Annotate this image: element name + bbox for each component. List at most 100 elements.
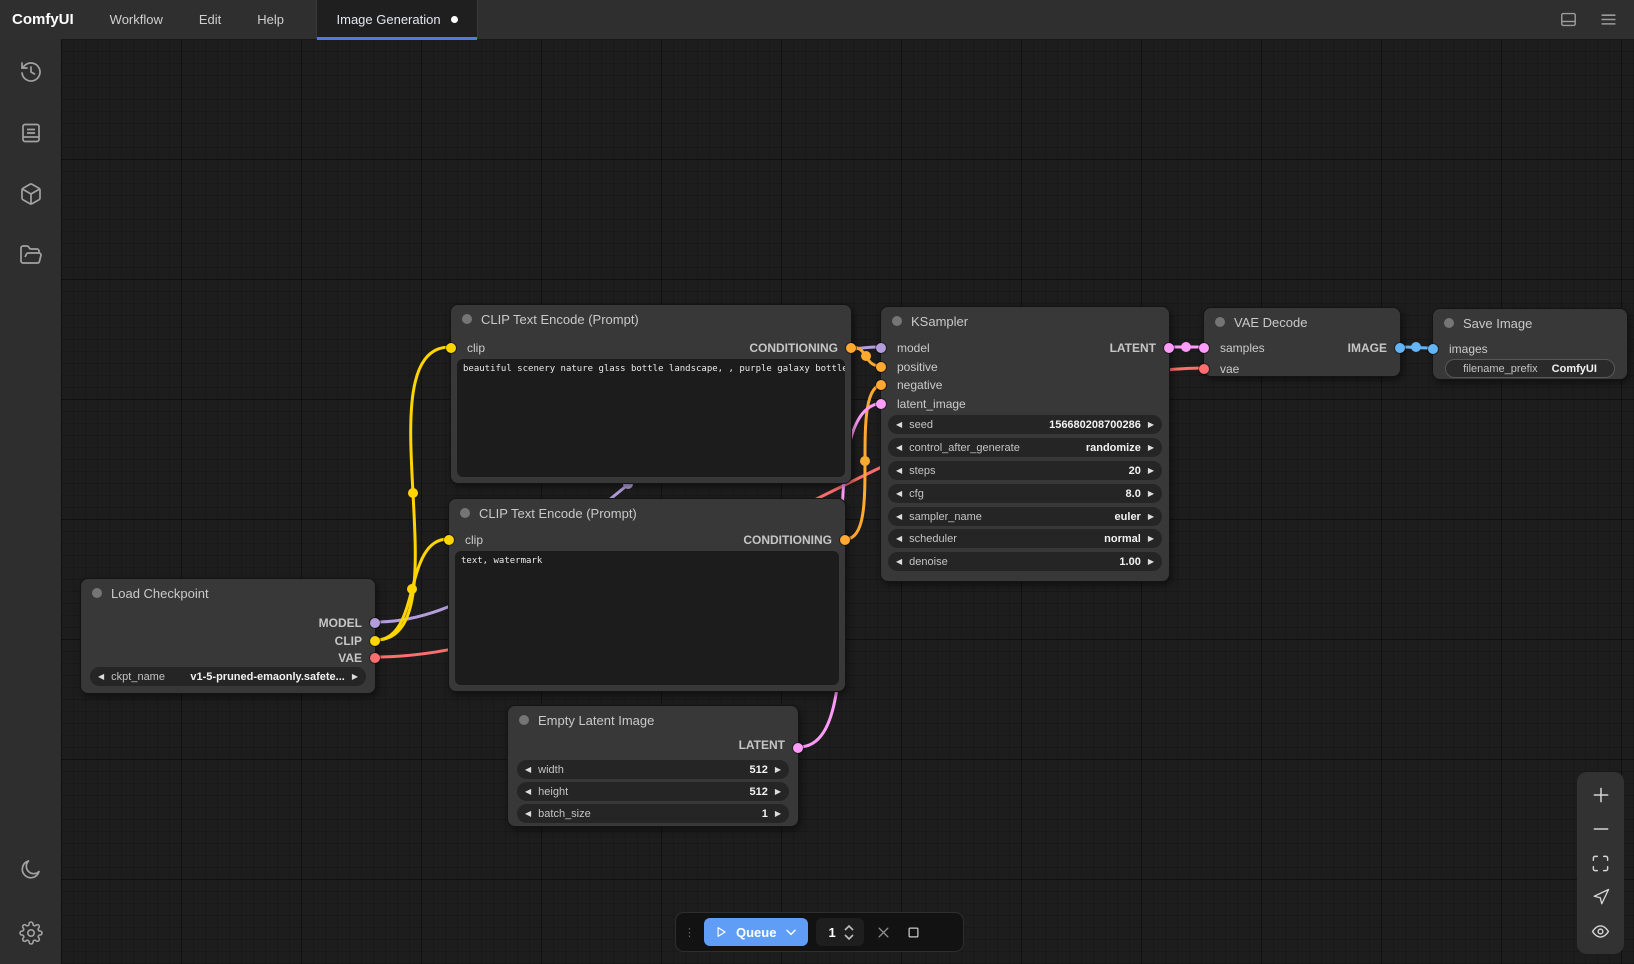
decrement-icon[interactable] [844, 934, 854, 940]
increment-arrow[interactable]: ▶ [1148, 421, 1154, 429]
port-conditioning-output[interactable] [840, 535, 850, 545]
toggle-visibility-button[interactable] [1589, 919, 1613, 943]
node-clip-text-encode-negative[interactable]: CLIP Text Encode (Prompt) clip CONDITION… [448, 498, 846, 692]
node-clip-text-encode-positive[interactable]: CLIP Text Encode (Prompt) clip CONDITION… [450, 304, 852, 484]
decrement-arrow[interactable]: ◀ [525, 766, 531, 774]
collapse-dot[interactable] [92, 588, 102, 598]
increment-arrow[interactable]: ▶ [775, 766, 781, 774]
increment-arrow[interactable]: ▶ [775, 810, 781, 818]
app-logo[interactable]: ComfyUI [12, 0, 74, 39]
sidebar-item-model-library[interactable] [12, 175, 50, 213]
prompt-textarea[interactable]: beautiful scenery nature glass bottle la… [457, 359, 845, 477]
increment-arrow[interactable]: ▶ [1148, 513, 1154, 521]
queue-button[interactable]: Queue [704, 918, 808, 946]
decrement-arrow[interactable]: ◀ [896, 467, 902, 475]
prompt-textarea[interactable]: text, watermark [455, 551, 839, 685]
decrement-arrow[interactable]: ◀ [896, 421, 902, 429]
height-widget[interactable]: ◀ height 512 ▶ [517, 782, 789, 801]
collapse-dot[interactable] [462, 314, 472, 324]
zoom-out-button[interactable] [1589, 817, 1613, 841]
stop-button[interactable] [902, 921, 924, 943]
control-after-generate-widget[interactable]: ◀ control_after_generate randomize ▶ [888, 438, 1162, 457]
port-clip-output[interactable] [370, 636, 380, 646]
theme-toggle-button[interactable] [12, 850, 50, 888]
cancel-button[interactable] [872, 921, 894, 943]
node-header[interactable]: KSampler [881, 307, 1169, 335]
port-negative-input[interactable] [876, 380, 886, 390]
queue-drag-handle[interactable]: ⋮ [684, 926, 696, 939]
denoise-widget[interactable]: ◀ denoise 1.00 ▶ [888, 552, 1162, 571]
node-vae-decode[interactable]: VAE Decode samples vae IMAGE [1203, 307, 1401, 377]
port-latent-image-input[interactable] [876, 399, 886, 409]
increment-arrow[interactable]: ▶ [1148, 535, 1154, 543]
width-widget[interactable]: ◀ width 512 ▶ [517, 760, 789, 779]
decrement-arrow[interactable]: ◀ [896, 558, 902, 566]
node-load-checkpoint[interactable]: Load Checkpoint MODEL CLIP VAE ◀ ckpt_na… [80, 578, 376, 694]
port-latent-output[interactable] [793, 743, 803, 753]
scheduler-widget[interactable]: ◀ scheduler normal ▶ [888, 529, 1162, 548]
seed-widget[interactable]: ◀ seed 156680208700286 ▶ [888, 415, 1162, 434]
sidebar-item-node-library[interactable] [12, 114, 50, 152]
menu-help[interactable]: Help [243, 0, 298, 39]
tab-image-generation[interactable]: Image Generation [316, 0, 478, 39]
increment-arrow[interactable]: ▶ [1148, 558, 1154, 566]
collapse-dot[interactable] [1444, 318, 1454, 328]
collapse-dot[interactable] [519, 715, 529, 725]
steps-widget[interactable]: ◀ steps 20 ▶ [888, 461, 1162, 480]
node-header[interactable]: VAE Decode [1204, 308, 1400, 336]
collapse-dot[interactable] [460, 508, 470, 518]
settings-button[interactable] [12, 914, 50, 952]
collapse-dot[interactable] [1215, 317, 1225, 327]
decrement-arrow[interactable]: ◀ [896, 513, 902, 521]
increment-arrow[interactable]: ▶ [1148, 490, 1154, 498]
decrement-arrow[interactable]: ◀ [896, 490, 902, 498]
node-empty-latent-image[interactable]: Empty Latent Image LATENT ◀ width 512 ▶ … [507, 705, 799, 827]
fit-view-button[interactable] [1589, 851, 1613, 875]
menu-edit[interactable]: Edit [185, 0, 235, 39]
decrement-arrow[interactable]: ◀ [896, 444, 902, 452]
node-header[interactable]: CLIP Text Encode (Prompt) [451, 305, 851, 333]
port-positive-input[interactable] [876, 362, 886, 372]
node-header[interactable]: CLIP Text Encode (Prompt) [449, 499, 845, 527]
decrement-arrow[interactable]: ◀ [896, 535, 902, 543]
sidebar-item-history[interactable] [12, 53, 50, 91]
increment-arrow[interactable]: ▶ [352, 673, 358, 681]
port-samples-input[interactable] [1199, 343, 1209, 353]
decrement-arrow[interactable]: ◀ [98, 673, 104, 681]
port-model-input[interactable] [876, 343, 886, 353]
node-header[interactable]: Load Checkpoint [81, 579, 375, 607]
node-save-image[interactable]: Save Image images filename_prefix ComfyU… [1432, 308, 1628, 380]
port-images-input[interactable] [1428, 344, 1438, 354]
sidebar-item-workflows[interactable] [12, 236, 50, 274]
zoom-in-button[interactable] [1589, 783, 1613, 807]
decrement-arrow[interactable]: ◀ [525, 788, 531, 796]
port-clip-input[interactable] [444, 535, 454, 545]
port-latent-output[interactable] [1164, 343, 1174, 353]
canvas[interactable] [61, 39, 1634, 964]
increment-arrow[interactable]: ▶ [1148, 444, 1154, 452]
collapse-dot[interactable] [892, 316, 902, 326]
port-vae-output[interactable] [370, 653, 380, 663]
port-conditioning-output[interactable] [846, 343, 856, 353]
ckpt-name-widget[interactable]: ◀ ckpt_name v1-5-pruned-emaonly.safete..… [90, 667, 366, 686]
batch-size-widget[interactable]: ◀ batch_size 1 ▶ [517, 804, 789, 823]
main-menu-button[interactable] [1598, 10, 1618, 30]
node-header[interactable]: Empty Latent Image [508, 706, 798, 734]
increment-arrow[interactable]: ▶ [1148, 467, 1154, 475]
decrement-arrow[interactable]: ◀ [525, 810, 531, 818]
increment-arrow[interactable]: ▶ [775, 788, 781, 796]
node-ksampler[interactable]: KSampler model positive negative latent_… [880, 306, 1170, 582]
sampler-name-widget[interactable]: ◀ sampler_name euler ▶ [888, 507, 1162, 526]
increment-icon[interactable] [844, 925, 854, 931]
menu-workflow[interactable]: Workflow [96, 0, 177, 39]
cfg-widget[interactable]: ◀ cfg 8.0 ▶ [888, 484, 1162, 503]
batch-count-spinner[interactable]: 1 [816, 918, 864, 946]
port-clip-input[interactable] [446, 343, 456, 353]
pointer-mode-button[interactable] [1589, 885, 1613, 909]
chevron-down-icon[interactable] [784, 925, 798, 939]
port-vae-input[interactable] [1199, 364, 1209, 374]
port-model-output[interactable] [370, 618, 380, 628]
node-header[interactable]: Save Image [1433, 309, 1627, 337]
filename-prefix-widget[interactable]: filename_prefix ComfyUI [1445, 359, 1615, 378]
bottom-panel-toggle-button[interactable] [1558, 10, 1578, 30]
